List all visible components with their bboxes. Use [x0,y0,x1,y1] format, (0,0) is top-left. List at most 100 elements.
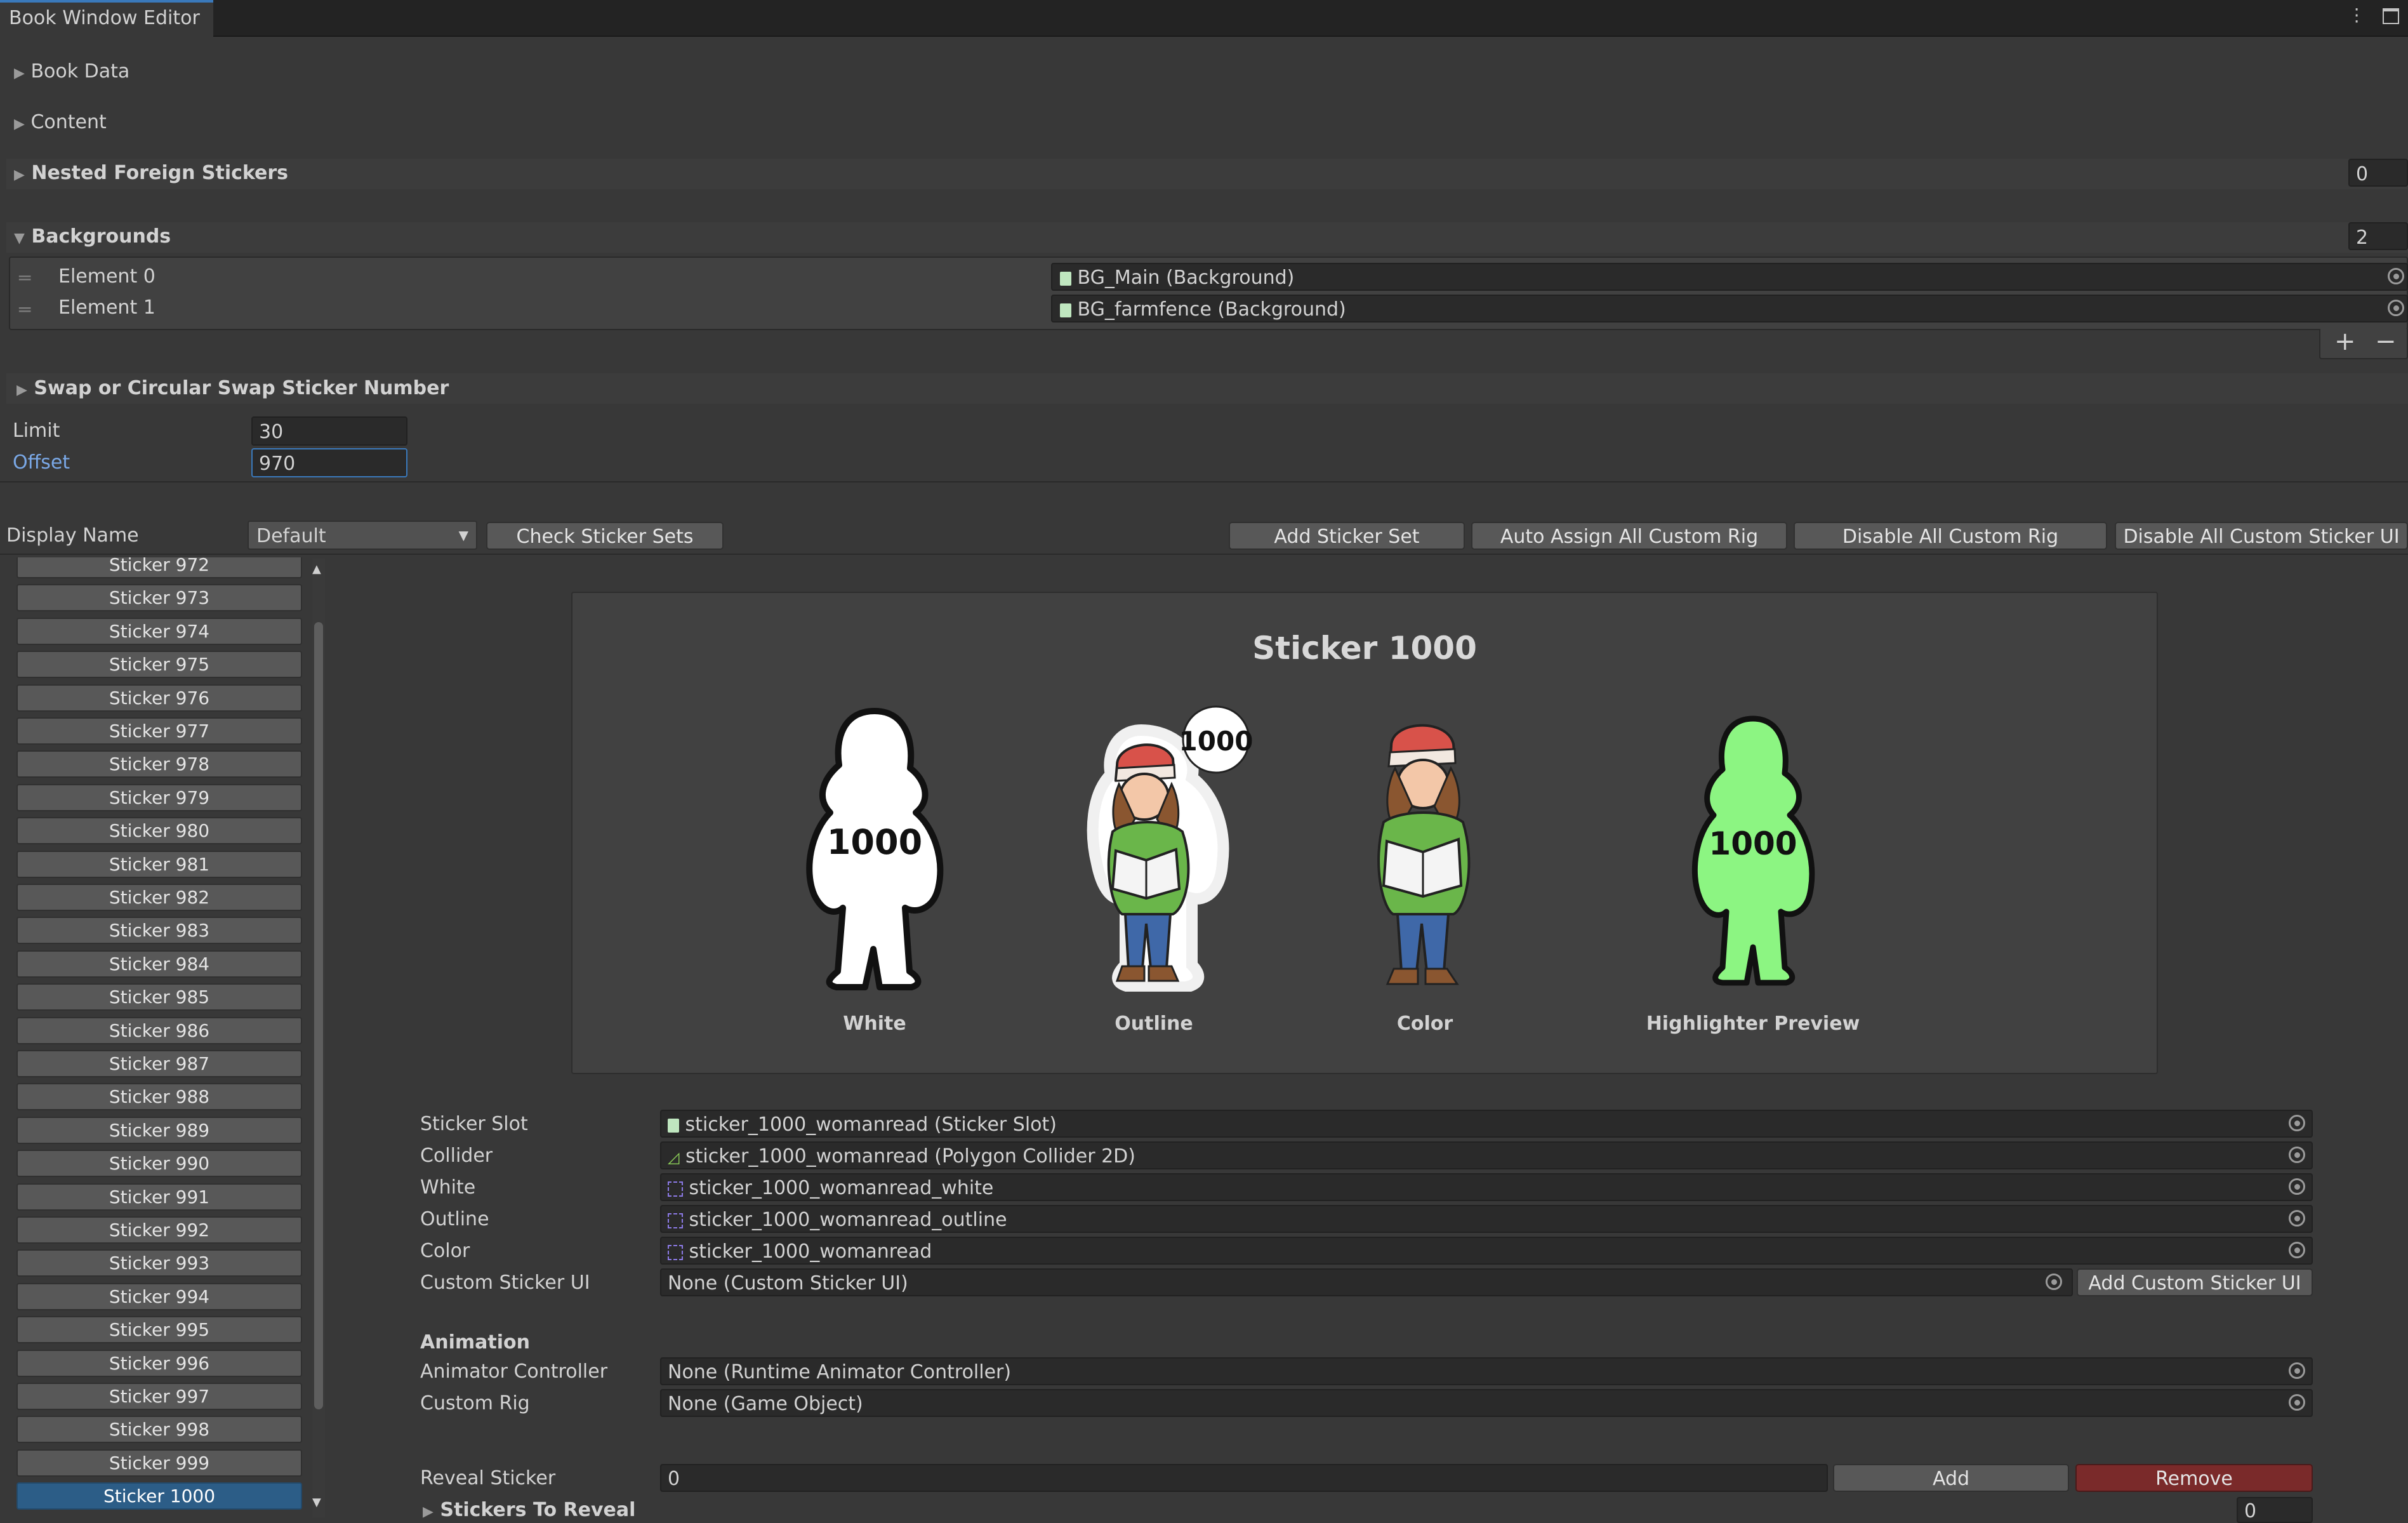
sticker-list-item[interactable]: Sticker 983 [17,917,302,945]
scroll-down-icon[interactable]: ▼ [312,1497,321,1508]
sticker-list-item[interactable]: Sticker 990 [17,1150,302,1178]
sticker-list-item[interactable]: Sticker 995 [17,1316,302,1344]
add-sticker-set-button[interactable]: Add Sticker Set [1229,522,1465,550]
offset-field[interactable]: 970 [251,448,407,477]
tab-book-window-editor[interactable]: Book Window Editor [0,0,213,37]
foldout-backgrounds[interactable]: ▼ Backgrounds [14,227,171,246]
highlighter-label: Highlighter Preview [1646,1013,1860,1035]
sticker-preview-panel: Sticker 1000 1000 White 1000 Outline Col… [571,592,2158,1074]
object-picker-icon[interactable] [2289,1362,2305,1379]
sticker-list-item[interactable]: Sticker 987 [17,1050,302,1077]
object-picker-icon[interactable] [2289,1210,2305,1227]
foldout-book-data[interactable]: ▶ Book Data [14,62,129,81]
sticker-list-item[interactable]: Sticker 976 [17,684,302,712]
display-name-value: Default [256,525,326,547]
foldout-arrow-icon: ▶ [14,65,25,81]
offset-label: Offset [13,451,70,474]
sticker-list-item[interactable]: Sticker 984 [17,950,302,978]
outline-prop-label: Outline [420,1208,489,1230]
maximize-icon[interactable] [2383,8,2399,24]
collider-field[interactable]: ◿ sticker_1000_womanread (Polygon Collid… [660,1141,2313,1169]
object-picker-icon[interactable] [2046,1274,2062,1290]
sticker-slot-asset-icon [668,1118,679,1133]
object-picker-icon[interactable] [2388,268,2404,284]
background-asset-icon [1060,271,1071,286]
drag-handle-icon[interactable]: ═ [19,269,30,288]
sticker-list-item[interactable]: Sticker 972 [17,557,302,578]
animator-controller-label: Animator Controller [420,1360,608,1383]
display-name-dropdown[interactable]: Default ▼ [248,521,477,550]
sticker-list-item[interactable]: Sticker 988 [17,1083,302,1111]
sticker-list-item[interactable]: Sticker 998 [17,1416,302,1444]
custom-sticker-ui-field[interactable]: None (Custom Sticker UI) [660,1268,2073,1296]
white-sticker-image: 1000 [806,708,944,990]
sticker-list-item[interactable]: Sticker 980 [17,817,302,845]
limit-field[interactable]: 30 [251,416,407,446]
object-picker-icon[interactable] [2289,1394,2305,1411]
sticker-list-item[interactable]: Sticker 999 [17,1449,302,1477]
reveal-add-button[interactable]: Add [1833,1464,2069,1492]
auto-assign-custom-rig-button[interactable]: Auto Assign All Custom Rig [1471,522,1787,550]
foldout-nested-foreign-stickers[interactable]: ▶ Nested Foreign Stickers [14,164,288,183]
sticker-list-item[interactable]: Sticker 975 [17,651,302,679]
sticker-list-item[interactable]: Sticker 991 [17,1183,302,1211]
sticker-list-item[interactable]: Sticker 992 [17,1216,302,1244]
animation-heading: Animation [420,1331,530,1353]
object-picker-icon[interactable] [2289,1115,2305,1131]
sticker-list-item[interactable]: Sticker 986 [17,1016,302,1044]
sticker-list-scrollbar[interactable]: ▲ ▼ [312,559,325,1517]
kebab-menu-icon[interactable]: ⋮ [2348,4,2365,25]
background-asset-icon [1060,303,1071,317]
drag-handle-icon[interactable]: ═ [19,301,30,320]
sticker-list-item[interactable]: Sticker 996 [17,1349,302,1377]
sticker-list-item[interactable]: Sticker 997 [17,1383,302,1410]
stickers-to-reveal-count[interactable]: 0 [2237,1497,2313,1523]
backgrounds-count[interactable]: 2 [2348,222,2408,250]
foldout-content[interactable]: ▶ Content [14,113,107,132]
check-sticker-sets-button[interactable]: Check Sticker Sets [486,522,724,550]
element-0-field[interactable]: BG_Main (Background) [1051,263,2408,291]
custom-sticker-ui-label: Custom Sticker UI [420,1272,590,1294]
sticker-list-item[interactable]: Sticker 985 [17,983,302,1011]
object-picker-icon[interactable] [2289,1178,2305,1195]
scrollbar-thumb[interactable] [314,622,323,1409]
object-picker-icon[interactable] [2289,1147,2305,1163]
scroll-up-icon[interactable]: ▲ [312,564,321,575]
sticker-list-item[interactable]: Sticker 979 [17,783,302,811]
sticker-list-item[interactable]: Sticker 994 [17,1282,302,1310]
sticker-list-item[interactable]: Sticker 1000 [17,1482,302,1510]
sticker-slot-field[interactable]: sticker_1000_womanread (Sticker Slot) [660,1110,2313,1138]
window-tab-bar [0,0,2408,37]
disable-custom-sticker-ui-button[interactable]: Disable All Custom Sticker UI [2115,522,2408,550]
white-field[interactable]: sticker_1000_womanread_white [660,1173,2313,1201]
custom-rig-field[interactable]: None (Game Object) [660,1389,2313,1417]
foldout-stickers-to-reveal[interactable]: ▶ Stickers To Reveal [423,1501,635,1520]
sticker-list-item[interactable]: Sticker 989 [17,1116,302,1144]
sticker-list-item[interactable]: Sticker 973 [17,584,302,612]
sticker-list-item[interactable]: Sticker 993 [17,1249,302,1277]
sticker-list-item[interactable]: Sticker 977 [17,717,302,745]
element-1-field[interactable]: BG_farmfence (Background) [1051,295,2408,323]
add-custom-sticker-ui-button[interactable]: Add Custom Sticker UI [2077,1268,2313,1296]
outline-field[interactable]: sticker_1000_womanread_outline [660,1205,2313,1233]
animator-controller-field[interactable]: None (Runtime Animator Controller) [660,1357,2313,1385]
color-field[interactable]: sticker_1000_womanread [660,1237,2313,1265]
reveal-remove-button[interactable]: Remove [2075,1464,2313,1492]
object-picker-icon[interactable] [2388,300,2404,316]
sticker-list-item[interactable]: Sticker 982 [17,884,302,911]
foldout-label: Content [30,111,107,133]
foldout-swap[interactable]: ▶ Swap or Circular Swap Sticker Number [17,379,449,398]
disable-custom-rig-button[interactable]: Disable All Custom Rig [1794,522,2107,550]
object-picker-icon[interactable] [2289,1242,2305,1258]
nested-foreign-stickers-count[interactable]: 0 [2348,159,2408,187]
minus-icon[interactable]: − [2375,329,2397,354]
sticker-list-item[interactable]: Sticker 974 [17,617,302,645]
sticker-list-item[interactable]: Sticker 981 [17,850,302,878]
plus-icon[interactable]: + [2334,329,2356,354]
reveal-sticker-field[interactable]: 0 [660,1464,1828,1492]
sticker-list-item[interactable]: Sticker 978 [17,750,302,778]
color-sticker-image [1377,724,1471,985]
color-label: Color [1396,1013,1453,1035]
sticker-number: 1000 [827,822,922,862]
divider [0,481,2408,482]
